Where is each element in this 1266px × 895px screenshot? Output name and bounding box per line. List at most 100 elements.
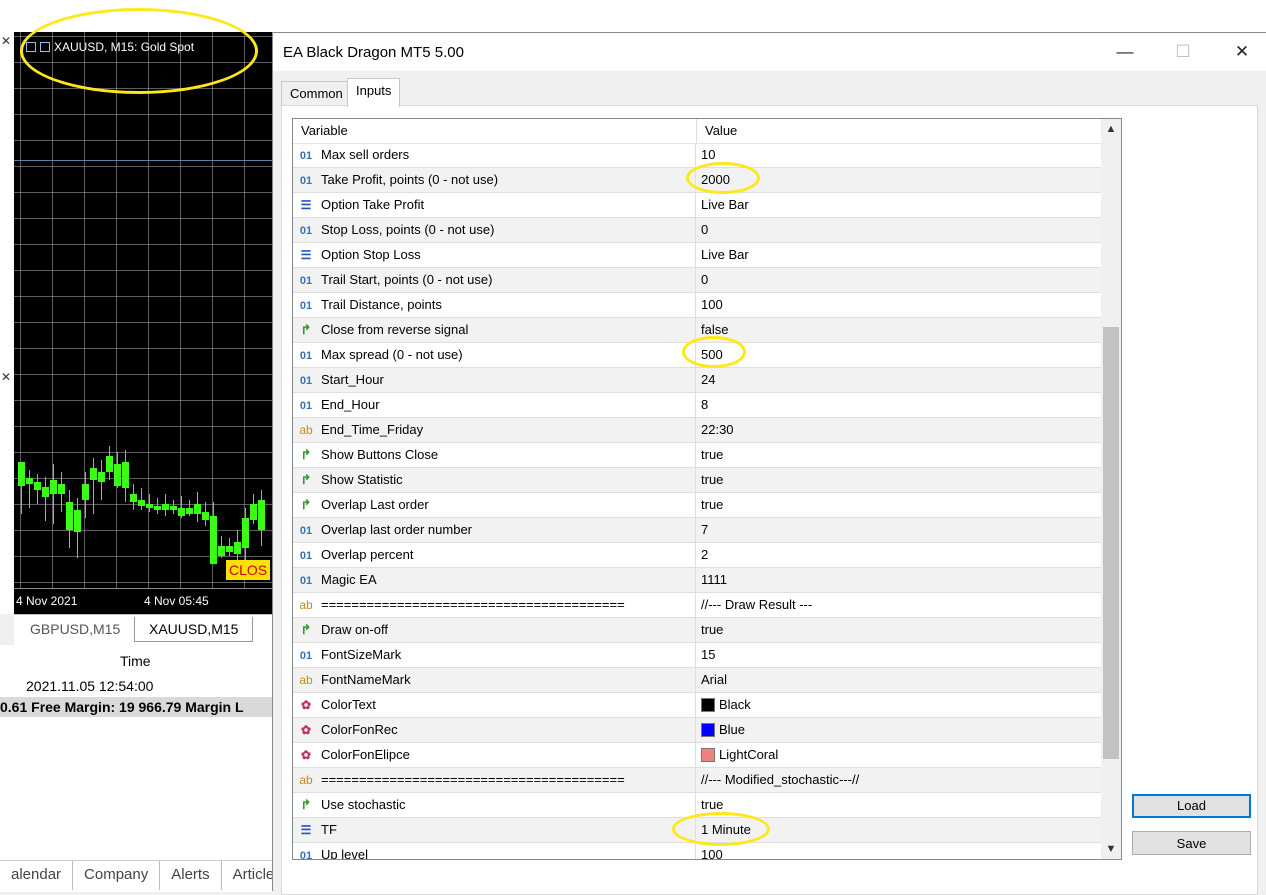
variable-column-header[interactable]: Variable — [293, 119, 348, 143]
value-cell[interactable]: 0 — [696, 218, 1101, 242]
variable-name: ======================================== — [321, 597, 625, 612]
input-row[interactable]: ✿ ColorFonRec Blue — [293, 718, 1101, 743]
input-row[interactable]: ↱ Show Statistic true — [293, 468, 1101, 493]
save-button[interactable]: Save — [1132, 831, 1251, 855]
value-cell[interactable]: Live Bar — [696, 243, 1101, 267]
input-row[interactable]: 01 Stop Loss, points (0 - not use) 0 — [293, 218, 1101, 243]
value-column-header[interactable]: Value — [696, 119, 737, 143]
variable-name: TF — [321, 822, 337, 837]
input-row[interactable]: ↱ Close from reverse signal false — [293, 318, 1101, 343]
variable-cell: ↱ Use stochastic — [293, 793, 696, 817]
value-cell[interactable]: 1 Minute — [696, 818, 1101, 842]
value-text: 22:30 — [701, 422, 734, 437]
value-cell[interactable]: Arial — [696, 668, 1101, 692]
price-chart[interactable]: XAUUSD, M15: Gold Spot CLOS 4 Nov 2021 4… — [14, 32, 272, 614]
input-row[interactable]: ↱ Draw on-off true — [293, 618, 1101, 643]
value-cell[interactable]: true — [696, 468, 1101, 492]
input-row[interactable]: 01 Overlap percent 2 — [293, 543, 1101, 568]
input-row[interactable]: ab ======================================… — [293, 768, 1101, 793]
value-cell[interactable]: true — [696, 443, 1101, 467]
variable-name: Take Profit, points (0 - not use) — [321, 172, 499, 187]
tab-articles[interactable]: Articles — [222, 861, 272, 890]
input-row[interactable]: 01 Max sell orders 10 — [293, 143, 1101, 168]
input-row[interactable]: ☰ Option Stop Loss Live Bar — [293, 243, 1101, 268]
vertical-scrollbar[interactable]: ▲ ▼ — [1101, 119, 1121, 859]
variable-cell: 01 FontSizeMark — [293, 643, 696, 667]
scroll-up-icon[interactable]: ▲ — [1101, 119, 1121, 139]
input-row[interactable]: ✿ ColorFonElipce LightCoral — [293, 743, 1101, 768]
variable-name: Overlap percent — [321, 547, 414, 562]
value-cell[interactable]: 2 — [696, 543, 1101, 567]
tab-calendar[interactable]: alendar — [0, 861, 74, 890]
value-cell[interactable]: 1111 — [696, 568, 1101, 592]
variable-name: Start_Hour — [321, 372, 384, 387]
input-row[interactable]: ab End_Time_Friday 22:30 — [293, 418, 1101, 443]
load-button[interactable]: Load — [1132, 794, 1251, 818]
value-cell[interactable]: 15 — [696, 643, 1101, 667]
value-cell[interactable]: //--- Draw Result --- — [696, 593, 1101, 617]
tab-company[interactable]: Company — [73, 861, 161, 890]
value-text: //--- Modified_stochastic---// — [701, 772, 860, 787]
value-cell[interactable]: //--- Modified_stochastic---// — [696, 768, 1101, 792]
input-row[interactable]: 01 Start_Hour 24 — [293, 368, 1101, 393]
input-row[interactable]: 01 Trail Start, points (0 - not use) 0 — [293, 268, 1101, 293]
input-row[interactable]: 01 Trail Distance, points 100 — [293, 293, 1101, 318]
value-cell[interactable]: 8 — [696, 393, 1101, 417]
input-row[interactable]: ☰ Option Take Profit Live Bar — [293, 193, 1101, 218]
input-row[interactable]: ab ======================================… — [293, 593, 1101, 618]
scrollbar-thumb[interactable] — [1103, 327, 1119, 759]
chart-close-label[interactable]: CLOS — [226, 560, 271, 580]
value-cell[interactable]: true — [696, 618, 1101, 642]
value-cell[interactable]: 24 — [696, 368, 1101, 392]
close-icon[interactable]: ✕ — [0, 370, 12, 384]
close-icon[interactable]: ✕ — [0, 34, 12, 48]
time-column-header[interactable]: Time — [120, 653, 151, 669]
value-cell[interactable]: Blue — [696, 718, 1101, 742]
input-row[interactable]: ↱ Overlap Last order true — [293, 493, 1101, 518]
chart-tab-xauusd[interactable]: XAUUSD,M15 — [134, 617, 254, 642]
value-cell[interactable]: Black — [696, 693, 1101, 717]
value-cell[interactable]: 500 — [696, 343, 1101, 367]
input-row[interactable]: 01 End_Hour 8 — [293, 393, 1101, 418]
value-cell[interactable]: 22:30 — [696, 418, 1101, 442]
dialog-titlebar[interactable]: EA Black Dragon MT5 5.00 — ☐ ✕ — [273, 33, 1266, 71]
value-cell[interactable]: 7 — [696, 518, 1101, 542]
input-row[interactable]: 01 Overlap last order number 7 — [293, 518, 1101, 543]
value-cell[interactable]: true — [696, 493, 1101, 517]
chart-tab-gbpusd[interactable]: GBPUSD,M15 — [16, 617, 134, 641]
close-button[interactable]: ✕ — [1219, 33, 1265, 71]
input-row[interactable]: ✿ ColorText Black — [293, 693, 1101, 718]
input-row[interactable]: ab FontNameMark Arial — [293, 668, 1101, 693]
value-cell[interactable]: Live Bar — [696, 193, 1101, 217]
candle-wick — [45, 477, 46, 521]
value-text: true — [701, 447, 724, 462]
value-cell[interactable]: 100 — [696, 843, 1101, 859]
input-row[interactable]: ☰ TF 1 Minute — [293, 818, 1101, 843]
input-row[interactable]: 01 Max spread (0 - not use) 500 — [293, 343, 1101, 368]
tab-common[interactable]: Common — [281, 81, 352, 105]
inputs-grid[interactable]: Variable Value 01 Max sell orders 10 01 Take… — [292, 118, 1122, 860]
variable-name: Overlap Last order — [321, 497, 429, 512]
input-row[interactable]: 01 Magic EA 1111 — [293, 568, 1101, 593]
input-row[interactable]: ↱ Use stochastic true — [293, 793, 1101, 818]
input-row[interactable]: ↱ Show Buttons Close true — [293, 443, 1101, 468]
value-cell[interactable]: true — [696, 793, 1101, 817]
candle-body — [18, 462, 25, 486]
value-cell[interactable]: 100 — [696, 293, 1101, 317]
value-cell[interactable]: false — [696, 318, 1101, 342]
candle-body — [122, 462, 129, 488]
value-cell[interactable]: 10 — [696, 143, 1101, 167]
value-cell[interactable]: 2000 — [696, 168, 1101, 192]
one-click-trading-icon[interactable] — [40, 42, 50, 52]
minimize-button[interactable]: — — [1102, 33, 1148, 71]
tab-alerts[interactable]: Alerts — [160, 861, 222, 890]
input-row[interactable]: 01 FontSizeMark 15 — [293, 643, 1101, 668]
variable-cell: ✿ ColorFonElipce — [293, 743, 696, 767]
tab-inputs[interactable]: Inputs — [347, 78, 401, 107]
value-cell[interactable]: 0 — [696, 268, 1101, 292]
input-row[interactable]: 01 Up level 100 — [293, 843, 1101, 859]
value-cell[interactable]: LightCoral — [696, 743, 1101, 767]
input-row[interactable]: 01 Take Profit, points (0 - not use) 2000 — [293, 168, 1101, 193]
maximize-button: ☐ — [1175, 42, 1191, 61]
scroll-down-icon[interactable]: ▼ — [1101, 839, 1121, 859]
